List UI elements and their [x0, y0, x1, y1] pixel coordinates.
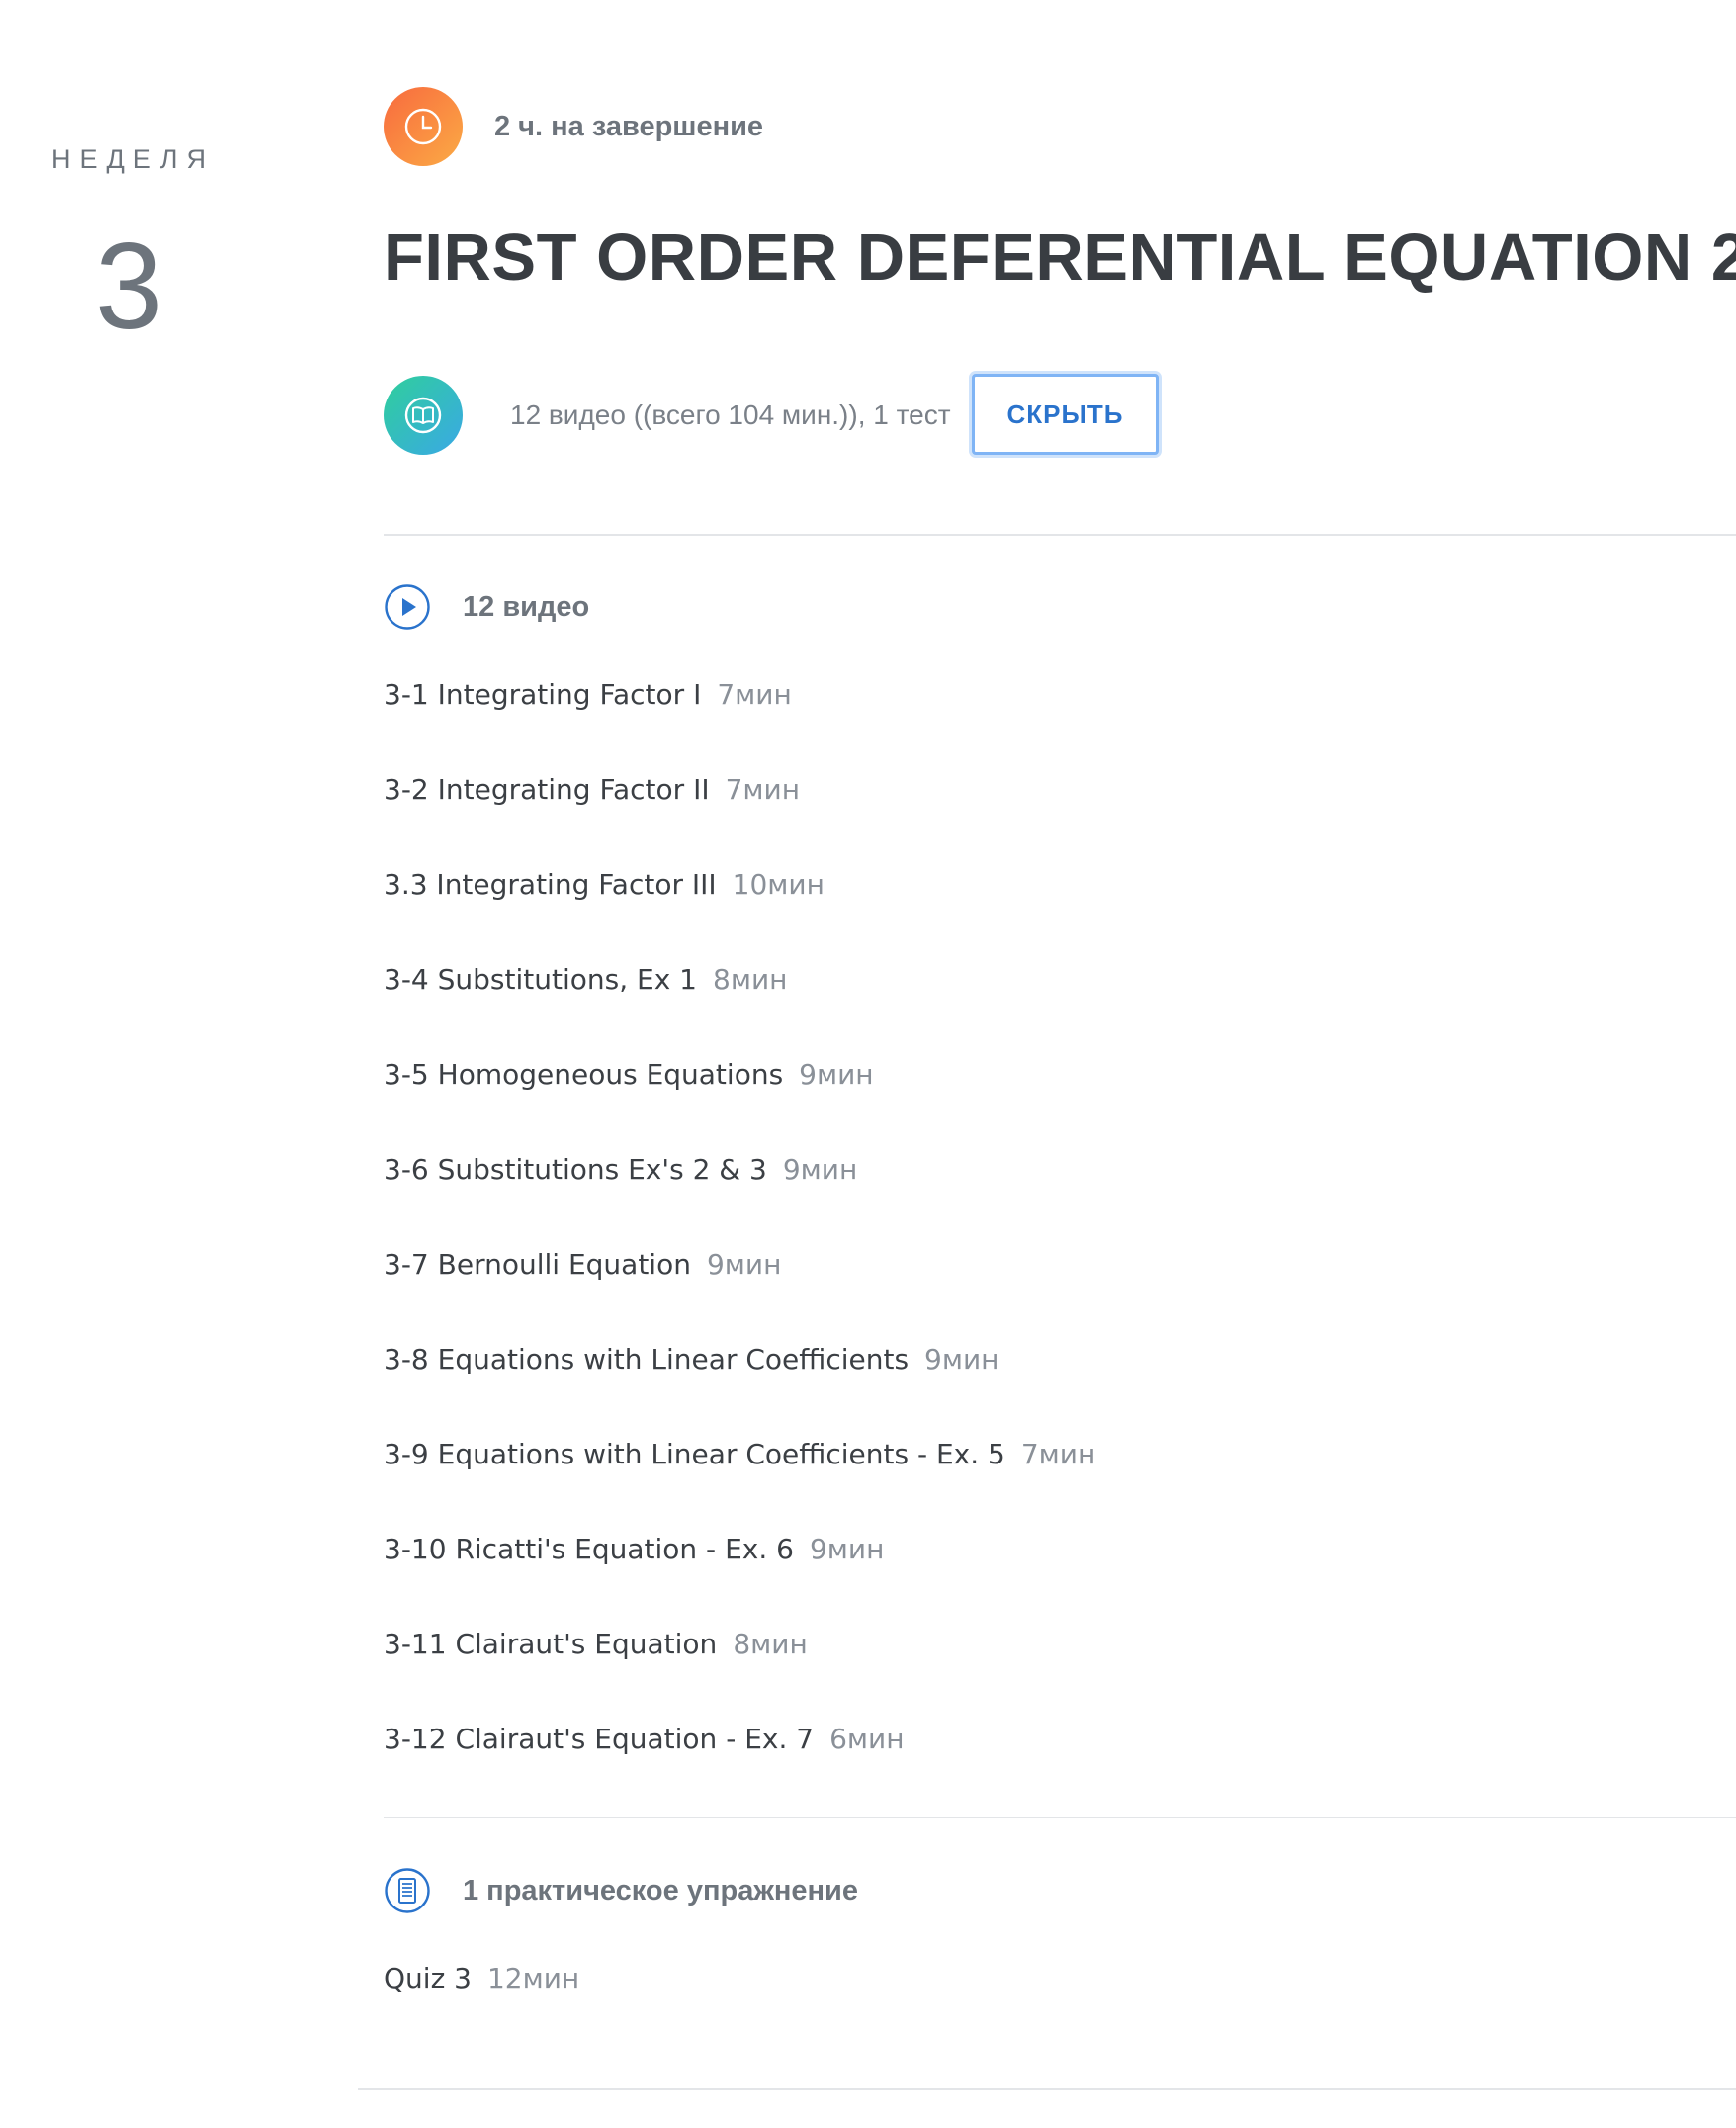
videos-section-header: 12 видео [384, 583, 589, 631]
video-item[interactable]: 3-1 Integrating Factor I 7мин [384, 678, 1095, 773]
video-duration: 8мин [733, 1628, 808, 1660]
divider [384, 1817, 1736, 1818]
week-label: НЕДЕЛЯ [51, 144, 216, 174]
video-title: 3-6 Substitutions Ex's 2 & 3 [384, 1153, 767, 1186]
practice-heading: 1 практическое упражнение [463, 1874, 858, 1906]
video-item[interactable]: 3-2 Integrating Factor II 7мин [384, 773, 1095, 868]
video-list: 3-1 Integrating Factor I 7мин 3-2 Integra… [384, 678, 1095, 1818]
divider [358, 2088, 1736, 2090]
video-title: 3-11 Clairaut's Equation [384, 1628, 718, 1660]
video-duration: 7мин [717, 678, 792, 711]
video-item[interactable]: 3.3 Integrating Factor III 10мин [384, 868, 1095, 963]
hide-button[interactable]: СКРЫТЬ [972, 374, 1159, 455]
book-icon [384, 376, 463, 455]
week-number: 3 [95, 219, 163, 355]
video-duration: 7мин [1020, 1438, 1096, 1470]
video-title: 3-2 Integrating Factor II [384, 773, 710, 806]
module-title: FIRST ORDER DEFERENTIAL EQUATION 2 [384, 221, 1736, 295]
video-item[interactable]: 3-8 Equations with Linear Coefficients 9м… [384, 1343, 1095, 1438]
divider [384, 534, 1736, 536]
video-title: 3-4 Substitutions, Ex 1 [384, 963, 697, 996]
video-item[interactable]: 3-10 Ricatti's Equation - Ex. 6 9мин [384, 1533, 1095, 1628]
video-duration: 7мин [725, 773, 801, 806]
list-document-icon [384, 1867, 431, 1914]
video-item[interactable]: 3-9 Equations with Linear Coefficients -… [384, 1438, 1095, 1533]
video-duration: 9мин [706, 1248, 782, 1281]
video-title: 3-9 Equations with Linear Coefficients -… [384, 1438, 1005, 1470]
video-duration: 9мин [924, 1343, 999, 1375]
module-summary: 12 видео ((всего 104 мин.)), 1 тест [510, 399, 951, 430]
video-title: 3.3 Integrating Factor III [384, 868, 717, 901]
video-duration: 6мин [829, 1723, 905, 1755]
video-item[interactable]: 3-6 Substitutions Ex's 2 & 3 9мин [384, 1153, 1095, 1248]
week-module-page: НЕДЕЛЯ 3 2 ч. на завершение FIRST ORDER … [0, 0, 1736, 2128]
video-duration: 9мин [809, 1533, 885, 1565]
video-item[interactable]: 3-4 Substitutions, Ex 1 8мин [384, 963, 1095, 1058]
video-duration: 10мин [732, 868, 825, 901]
duration-text: 2 ч. на завершение [494, 111, 764, 142]
video-duration: 9мин [799, 1058, 874, 1091]
quiz-item[interactable]: Quiz 3 12мин [384, 1962, 579, 2057]
clock-icon [384, 87, 463, 166]
video-title: 3-7 Bernoulli Equation [384, 1248, 691, 1281]
video-title: 3-5 Homogeneous Equations [384, 1058, 784, 1091]
video-title: 3-10 Ricatti's Equation - Ex. 6 [384, 1533, 794, 1565]
video-duration: 8мин [713, 963, 788, 996]
quiz-title: Quiz 3 [384, 1962, 472, 1995]
practice-section-header: 1 практическое упражнение [384, 1867, 858, 1914]
video-item[interactable]: 3-11 Clairaut's Equation 8мин [384, 1628, 1095, 1723]
play-circle-icon [384, 583, 431, 631]
video-item[interactable]: 3-7 Bernoulli Equation 9мин [384, 1248, 1095, 1343]
video-duration: 9мин [782, 1153, 858, 1186]
video-item[interactable]: 3-5 Homogeneous Equations 9мин [384, 1058, 1095, 1153]
videos-heading: 12 видео [463, 590, 590, 623]
quiz-duration: 12мин [486, 1962, 580, 1995]
video-title: 3-8 Equations with Linear Coefficients [384, 1343, 910, 1375]
video-item[interactable]: 3-12 Clairaut's Equation - Ex. 7 6мин [384, 1723, 1095, 1818]
video-title: 3-12 Clairaut's Equation - Ex. 7 [384, 1723, 815, 1755]
practice-list: Quiz 3 12мин [384, 1962, 579, 2057]
video-title: 3-1 Integrating Factor I [384, 678, 702, 711]
